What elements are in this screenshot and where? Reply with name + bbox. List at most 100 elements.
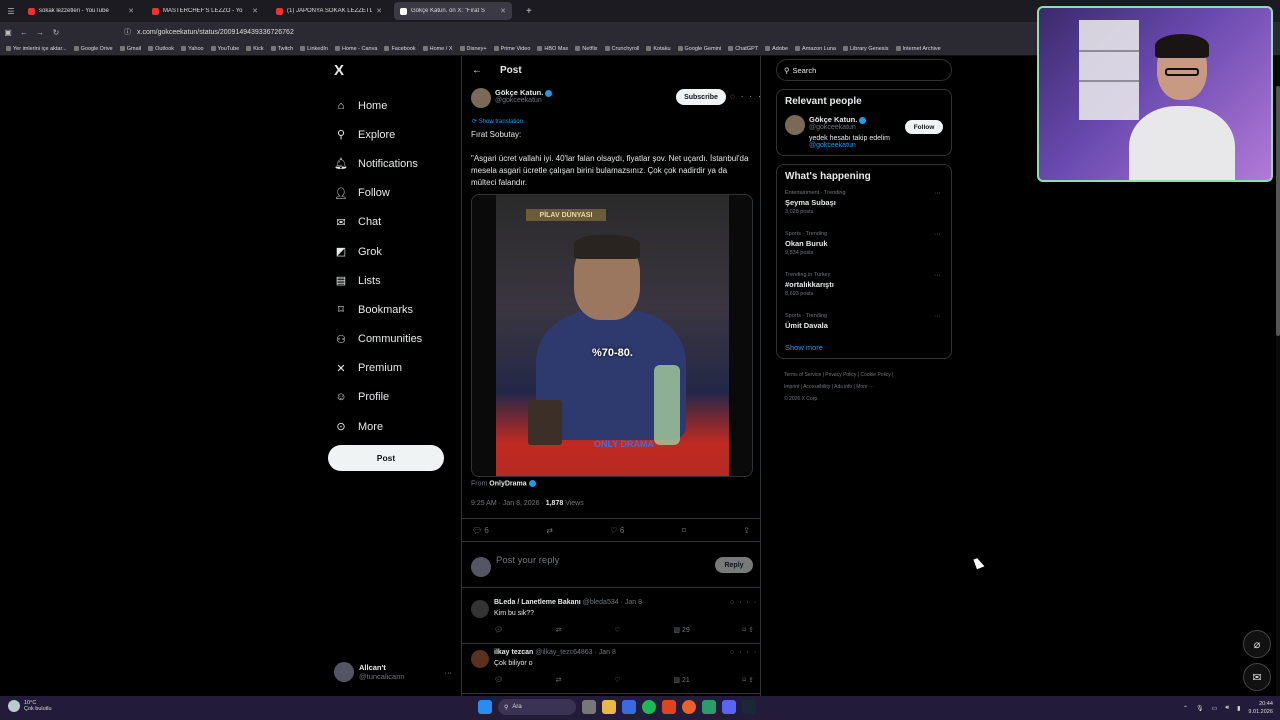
steam-icon[interactable] <box>742 700 756 714</box>
avatar[interactable] <box>471 600 489 618</box>
reply-input[interactable]: Post your reply <box>496 555 559 566</box>
follow-button[interactable]: Follow <box>905 120 943 134</box>
bookmark-item[interactable]: YouTube <box>210 46 239 52</box>
bookmark-item[interactable]: Twitch <box>270 46 293 52</box>
bookmark-item[interactable]: Gmail <box>119 46 141 52</box>
repost-icon[interactable]: ⇄ <box>556 676 562 684</box>
source-link[interactable]: OnlyDrama <box>489 480 526 487</box>
post-button[interactable]: Post <box>328 445 444 471</box>
nav-item-follow[interactable]: 👤︎ Follow <box>334 179 422 208</box>
store-icon[interactable] <box>622 700 636 714</box>
close-icon[interactable]: ✕ <box>500 7 506 15</box>
bookmark-item[interactable]: Adobe <box>765 46 788 52</box>
nav-item-chat[interactable]: ✉ Chat <box>334 208 422 237</box>
task-view-icon[interactable] <box>582 700 596 714</box>
comment-item[interactable]: BLeda / Lanetleme Bakanı @bleda534 · Jan… <box>462 594 760 644</box>
bookmark-item[interactable]: Yer imlerini içe aktar... <box>6 46 67 52</box>
taskbar-search[interactable]: ⚲ Ara <box>498 699 576 715</box>
nav-item-more[interactable]: ⊙ More <box>334 412 422 441</box>
more-dots-icon[interactable]: ··· <box>739 599 761 606</box>
comment-item[interactable]: ilkay tezcan @ilkay_tezc64863 · Jan 8 ◌·… <box>462 644 760 694</box>
url-field[interactable]: ⓘ x.com/gokceekatun/status/2009149439336… <box>124 27 294 37</box>
nav-item-explore[interactable]: ⚲ Explore <box>334 120 422 149</box>
nav-item-home[interactable]: ⌂ Home <box>334 91 422 120</box>
window-menu-icon[interactable]: ☰ <box>0 7 22 16</box>
views-action[interactable]: ▥ 29 <box>673 626 689 634</box>
grok-explain-icon[interactable]: ◌ <box>730 92 741 101</box>
reply-action[interactable]: 💬︎ 6 <box>472 526 489 535</box>
avatar[interactable] <box>471 88 491 108</box>
grok-float-icon[interactable]: ⌀ <box>1243 630 1271 658</box>
bookmark-item[interactable]: Home / X <box>422 46 453 52</box>
network-icon[interactable]: ▭ <box>1212 705 1218 712</box>
obs-icon[interactable] <box>702 700 716 714</box>
bookmark-item[interactable]: Prime Video <box>493 46 530 52</box>
tab-youtube-3[interactable]: (1) JAPONYA SOKAK LEZZETLE ✕ <box>270 2 388 20</box>
avatar[interactable] <box>471 650 489 668</box>
reply-button[interactable]: Reply <box>715 557 753 573</box>
back-arrow-icon[interactable]: ← <box>472 65 482 76</box>
bookmark-item[interactable]: Google Gemini <box>677 46 721 52</box>
avatar[interactable] <box>785 115 805 135</box>
spotify-icon[interactable] <box>642 700 656 714</box>
bookmark-item[interactable]: ChatGPT <box>728 46 758 52</box>
weather-widget[interactable]: 10°C Çok bulutlu <box>8 700 52 712</box>
reply-icon[interactable]: 💬︎ <box>494 626 503 634</box>
clock[interactable]: 20:44 9.01.2026 <box>1248 700 1272 716</box>
post-video[interactable]: PİLAV DÜNYASI %70-80. ONLY DRAMA <box>471 194 753 477</box>
office-icon[interactable] <box>662 700 676 714</box>
bookmark-item[interactable]: Crunchyroll <box>604 46 639 52</box>
repost-icon[interactable]: ⇄ <box>546 526 553 535</box>
x-logo[interactable]: X <box>334 62 344 79</box>
microphone-icon[interactable]: 🎙︎ <box>1196 705 1204 712</box>
bookmark-item[interactable]: Disney+ <box>459 46 487 52</box>
bookmark-item[interactable]: Kotaku <box>646 46 671 52</box>
bookmark-item[interactable]: Netflix <box>575 46 598 52</box>
bookmark-item[interactable]: Amazon Luna <box>795 46 836 52</box>
forward-icon[interactable]: → <box>32 28 48 37</box>
back-icon[interactable]: ← <box>16 28 32 37</box>
bookmark-item[interactable]: Facebook <box>384 46 416 52</box>
search-input[interactable]: ⚲ Search <box>776 59 952 81</box>
discord-icon[interactable] <box>722 700 736 714</box>
nav-item-communities[interactable]: ⚇ Communities <box>334 325 422 354</box>
nav-item-lists[interactable]: ▤ Lists <box>334 266 422 295</box>
trend-item[interactable]: Sports · Trending Ümit Davala ··· <box>785 313 943 341</box>
nav-item-grok[interactable]: ◩ Grok <box>334 237 422 266</box>
relevant-person[interactable]: Gökçe Katun. @gokceekatun yedek hesabı t… <box>785 115 943 149</box>
grok-explain-icon[interactable]: ◌ <box>730 599 739 606</box>
subscribe-button[interactable]: Subscribe <box>676 89 726 105</box>
bookmark-item[interactable]: Google Drive <box>73 46 113 52</box>
bookmark-item[interactable]: LinkedIn <box>300 46 328 52</box>
nav-item-profile[interactable]: ☺ Profile <box>334 383 422 412</box>
file-explorer-icon[interactable] <box>602 700 616 714</box>
bio-mention-link[interactable]: @gokceekatun <box>809 142 856 149</box>
more-dots-icon[interactable]: ··· <box>934 313 941 320</box>
nav-item-notifications[interactable]: 🔔︎ Notifications <box>334 149 422 178</box>
nav-item-premium[interactable]: ✕ Premium <box>334 354 422 383</box>
show-more-link[interactable]: Show more <box>785 343 943 352</box>
grok-explain-icon[interactable]: ◌ <box>730 649 739 656</box>
account-switcher[interactable]: Allcan't @tuncalicann ··· <box>334 662 452 682</box>
battery-icon[interactable]: ▮ <box>1237 705 1240 712</box>
bookmark-item[interactable]: Library Genesis <box>842 46 889 52</box>
bookmark-icon[interactable]: ⌑ <box>682 526 686 535</box>
heart-icon[interactable]: ♡ <box>614 626 620 634</box>
bookmark-icon[interactable]: ⌑ ⇪ <box>743 676 754 684</box>
trend-item[interactable]: Entertainment · Trending Şeyma Subaşı 3,02… <box>785 190 943 231</box>
more-dots-icon[interactable]: ··· <box>934 231 941 238</box>
trend-item[interactable]: Sports · Trending Okan Buruk 9,834 posts ··… <box>785 231 943 272</box>
show-translation-link[interactable]: ⟳ Show translation <box>472 118 523 125</box>
close-icon[interactable]: ✕ <box>376 7 382 15</box>
bookmark-item[interactable]: Home - Canva <box>334 46 377 52</box>
tab-youtube-2[interactable]: MASTERCHEF'S LEZZO - Yo ✕ <box>146 2 264 20</box>
more-dots-icon[interactable]: ··· <box>934 272 941 279</box>
volume-icon[interactable]: 🔊︎ <box>1225 705 1229 712</box>
bookmark-item[interactable]: Yahoo <box>181 46 204 52</box>
more-dots-icon[interactable]: ··· <box>741 92 767 101</box>
site-info-icon[interactable]: ⓘ <box>124 27 131 37</box>
share-icon[interactable]: ⇪ <box>743 526 750 535</box>
close-icon[interactable]: ✕ <box>252 7 258 15</box>
bookmark-item[interactable]: Outlook <box>148 46 174 52</box>
reply-icon[interactable]: 💬︎ <box>494 676 503 684</box>
